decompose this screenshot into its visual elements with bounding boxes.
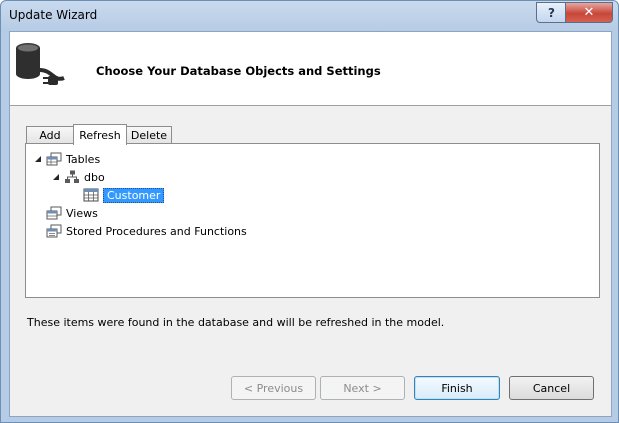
update-wizard-window: Update Wizard ? ✕ Choose Your Database O…	[0, 0, 619, 423]
tree-label-dbo: dbo	[84, 170, 105, 184]
tab-refresh[interactable]: Refresh	[73, 124, 127, 145]
tree-node-customer[interactable]: Customer	[83, 187, 165, 203]
next-button[interactable]: Next >	[320, 376, 405, 400]
help-button[interactable]: ?	[536, 2, 567, 23]
database-plug-icon	[16, 43, 65, 85]
tree-label-procedures: Stored Procedures and Functions	[66, 224, 247, 238]
finish-button[interactable]: Finish	[414, 376, 500, 400]
wizard-body: Choose Your Database Objects and Setting…	[9, 31, 612, 417]
tree-node-views[interactable]: Views	[46, 205, 98, 221]
page-title: Choose Your Database Objects and Setting…	[96, 64, 381, 78]
views-folder-icon	[46, 206, 62, 220]
collapse-arrow-icon[interactable]	[51, 172, 61, 182]
tree-label-customer: Customer	[103, 187, 165, 203]
tables-folder-icon	[46, 152, 62, 166]
schema-icon	[65, 170, 79, 183]
table-icon	[83, 188, 99, 202]
tree-node-tables[interactable]: Tables	[33, 151, 100, 167]
title-bar[interactable]: Update Wizard ? ✕	[1, 1, 618, 31]
tree-node-procedures[interactable]: Stored Procedures and Functions	[46, 223, 247, 239]
tree-node-dbo[interactable]: dbo	[51, 169, 105, 185]
tab-delete[interactable]: Delete	[126, 126, 172, 144]
procedures-folder-icon	[46, 224, 62, 238]
wizard-header: Choose Your Database Objects and Setting…	[10, 32, 611, 106]
close-button[interactable]: ✕	[565, 2, 613, 23]
collapse-arrow-icon[interactable]	[33, 154, 43, 164]
tree-label-views: Views	[66, 206, 98, 220]
objects-tree[interactable]: Tables dbo Customer Views Stored Procedu…	[25, 143, 600, 298]
window-title: Update Wizard	[9, 8, 98, 22]
tree-label-tables: Tables	[66, 152, 101, 166]
cancel-button[interactable]: Cancel	[509, 376, 594, 400]
previous-button[interactable]: < Previous	[231, 376, 316, 400]
info-text: These items were found in the database a…	[27, 316, 445, 329]
tab-add[interactable]: Add	[26, 126, 74, 144]
